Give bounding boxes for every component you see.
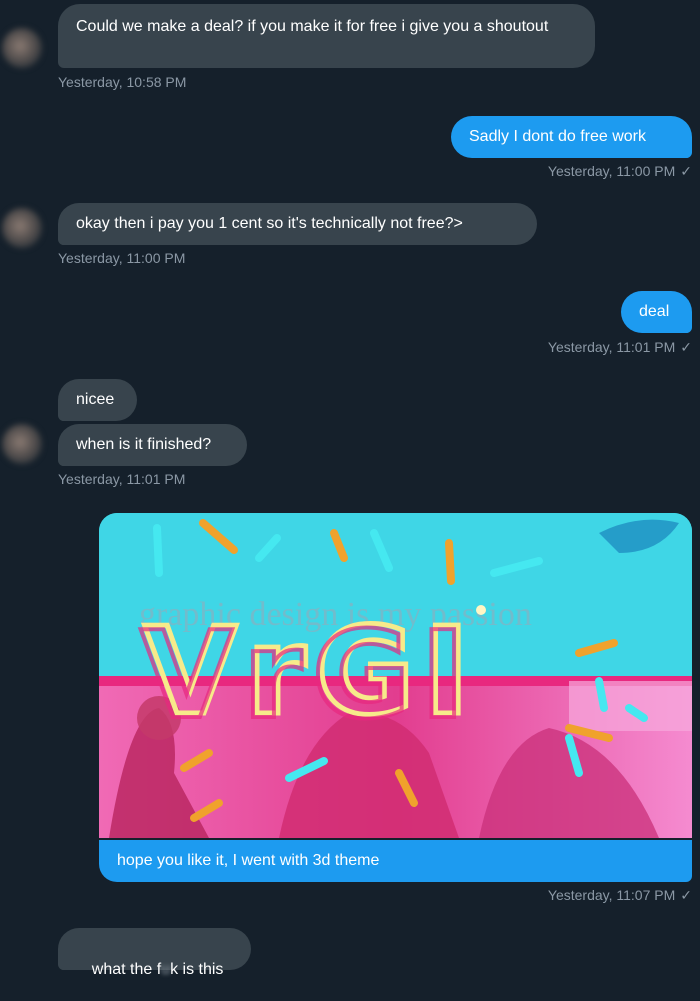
message-timestamp-row: Yesterday, 11:07 PM ✓ — [548, 887, 692, 904]
attached-image[interactable]: graphic design is my passion VrGI VrGI — [99, 513, 692, 838]
outgoing-message[interactable]: Sadly I dont do free work — [451, 116, 692, 158]
outgoing-message[interactable]: deal — [621, 291, 692, 333]
incoming-message[interactable]: Could we make a deal? if you make it for… — [58, 4, 595, 68]
censored-letter: u — [161, 961, 171, 978]
conversation: Could we make a deal? if you make it for… — [0, 0, 700, 978]
message-timestamp: Yesterday, 10:58 PM — [58, 74, 187, 90]
avatar-icon[interactable] — [2, 424, 42, 464]
message-timestamp-row: Yesterday, 11:00 PM ✓ — [548, 163, 692, 180]
design-image-art: graphic design is my passion VrGI VrGI — [99, 513, 692, 838]
incoming-message[interactable]: nicee — [58, 379, 137, 421]
message-timestamp: Yesterday, 11:01 PM — [58, 471, 186, 487]
message-timestamp: Yesterday, 11:00 PM — [547, 163, 676, 179]
avatar-icon[interactable] — [2, 28, 42, 68]
checkmark-icon: ✓ — [680, 887, 692, 903]
message-timestamp: Yesterday, 11:01 PM — [547, 339, 676, 355]
incoming-message[interactable]: when is it finished? — [58, 424, 247, 466]
checkmark-icon: ✓ — [680, 339, 692, 355]
message-timestamp: Yesterday, 11:00 PM — [58, 250, 186, 266]
avatar-icon[interactable] — [2, 208, 42, 248]
message-text-part: what the f — [91, 961, 162, 978]
checkmark-icon: ✓ — [680, 163, 692, 179]
image-caption[interactable]: hope you like it, I went with 3d theme — [99, 840, 692, 882]
message-timestamp-row: Yesterday, 11:01 PM ✓ — [548, 339, 692, 356]
incoming-message[interactable]: what the fuk is this — [58, 928, 251, 978]
message-text-part: k is this — [170, 961, 224, 978]
incoming-message[interactable]: okay then i pay you 1 cent so it's techn… — [58, 203, 537, 245]
message-timestamp: Yesterday, 11:07 PM — [547, 887, 676, 903]
svg-text:VrGI: VrGI — [140, 607, 475, 746]
